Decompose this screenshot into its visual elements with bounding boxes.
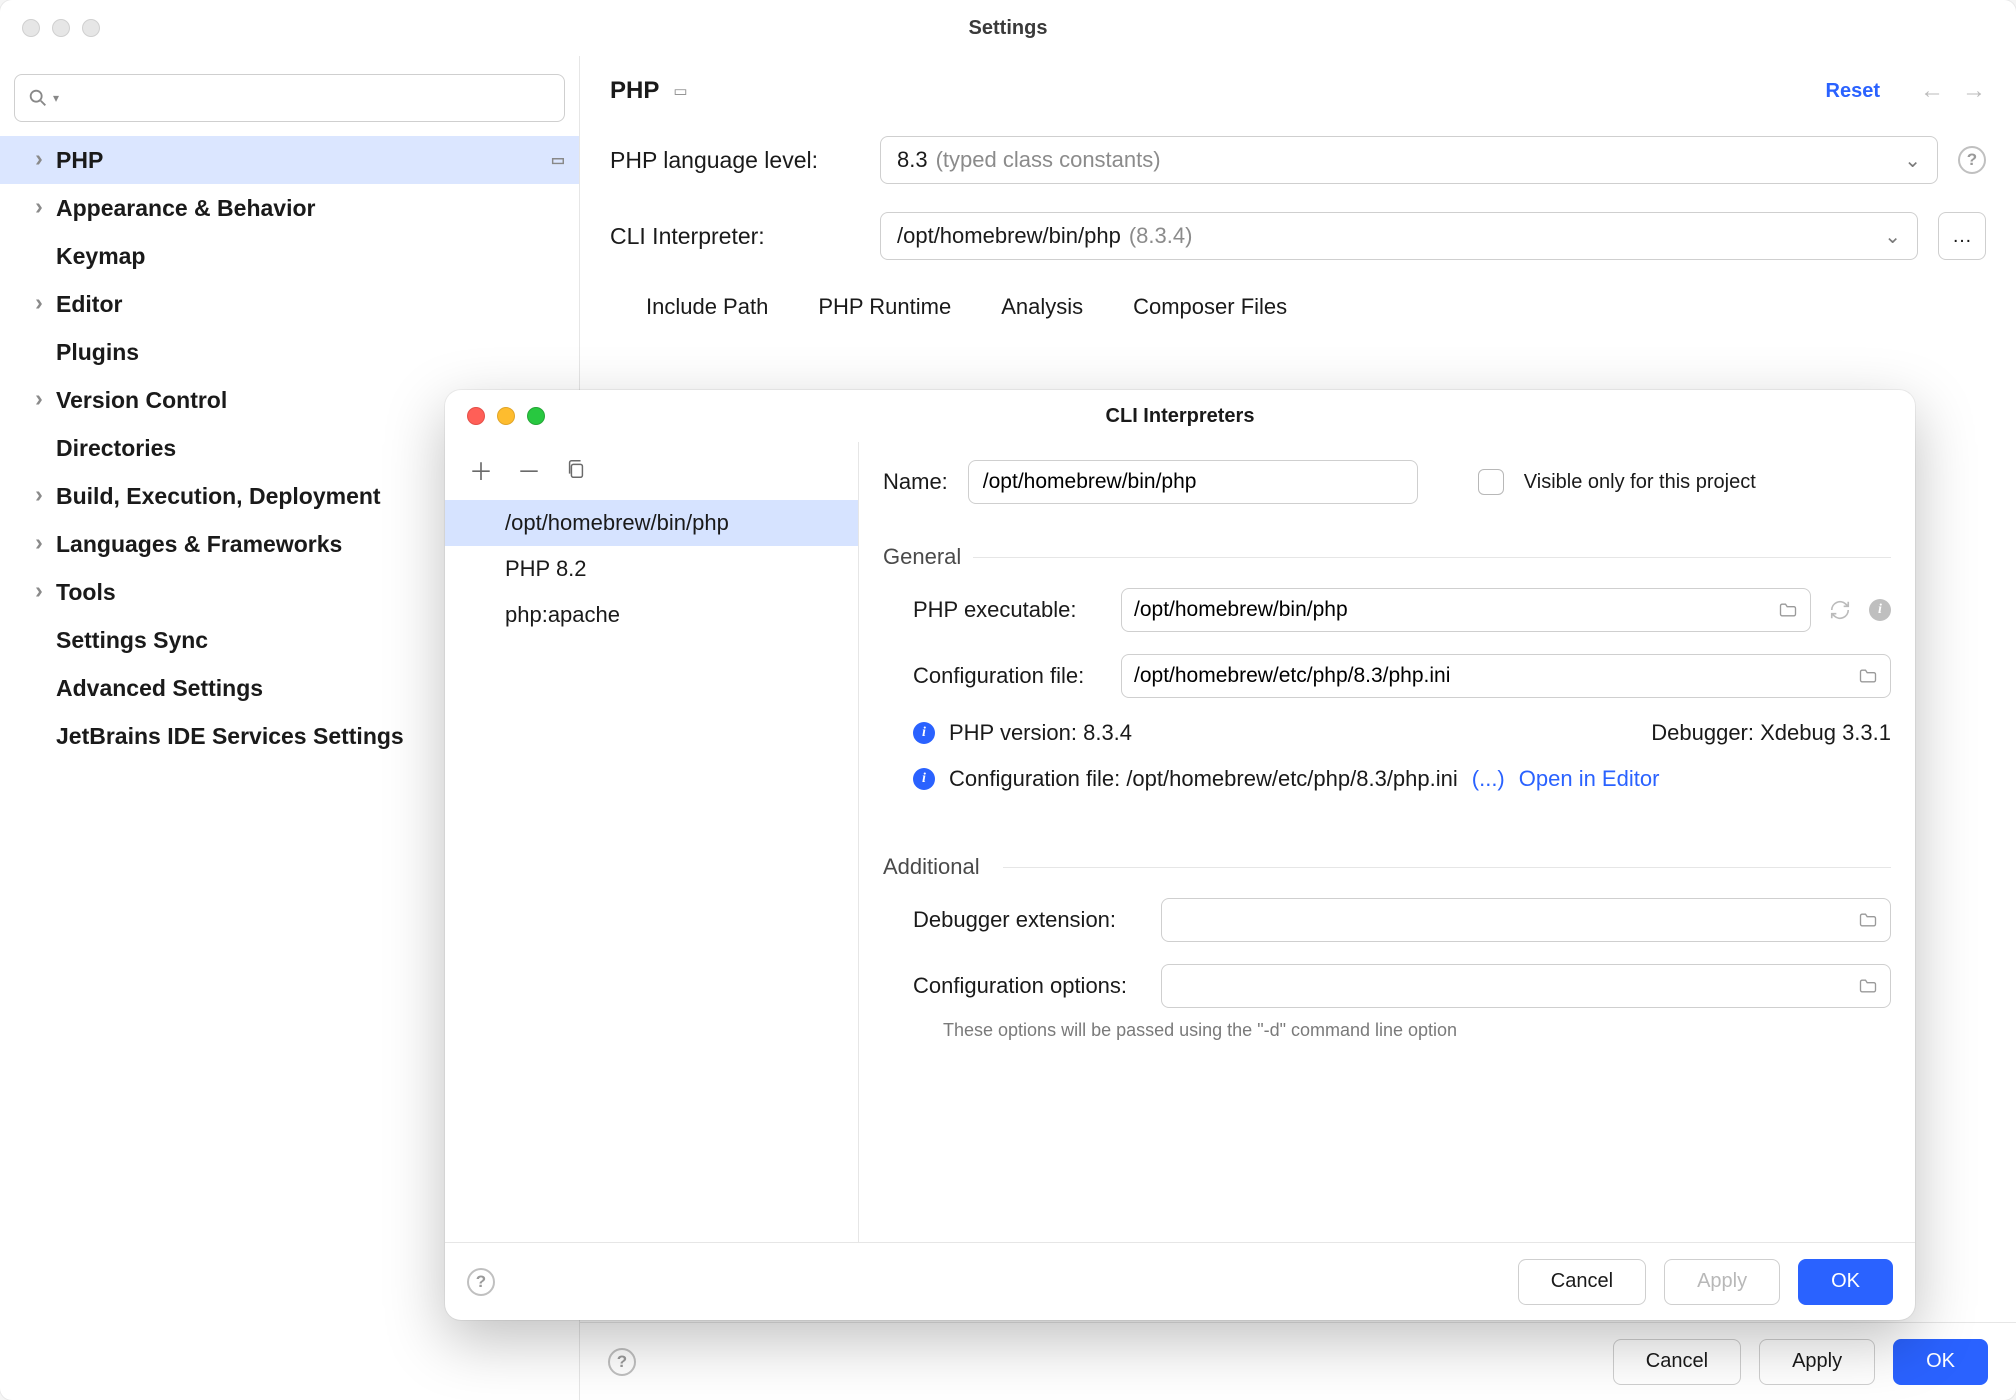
settings-window: Settings ▾ ›PHP▭›Appearance & Behavior›K… bbox=[0, 0, 2016, 1400]
cancel-button[interactable]: Cancel bbox=[1518, 1259, 1646, 1305]
debugger-text: Debugger: Xdebug 3.3.1 bbox=[1651, 720, 1891, 746]
cli-select[interactable]: /opt/homebrew/bin/php (8.3.4) ⌄ bbox=[880, 212, 1918, 260]
search-icon bbox=[27, 87, 49, 109]
sidebar-item-php[interactable]: › PHP ▭ bbox=[0, 136, 579, 184]
collapse-icon: ▭ bbox=[551, 151, 565, 169]
dbg-ext-label: Debugger extension: bbox=[883, 907, 1143, 933]
tab-php-runtime[interactable]: PHP Runtime bbox=[818, 294, 951, 320]
conf-label: Configuration file: bbox=[883, 663, 1103, 689]
sidebar-item-label: Appearance & Behavior bbox=[56, 195, 579, 222]
sidebar-item-label: Plugins bbox=[56, 339, 579, 366]
cancel-button[interactable]: Cancel bbox=[1613, 1339, 1741, 1385]
interpreter-item[interactable]: php:apache bbox=[445, 592, 858, 638]
sidebar-item-appearance-behavior[interactable]: › Appearance & Behavior bbox=[0, 184, 579, 232]
name-label: Name: bbox=[883, 469, 948, 495]
chevron-right-icon: › bbox=[30, 145, 48, 172]
chevron-right-icon: › bbox=[30, 385, 48, 412]
add-icon[interactable]: ＋ bbox=[469, 452, 493, 487]
settings-footer: ? Cancel Apply OK bbox=[580, 1322, 2016, 1400]
open-in-editor-link[interactable]: Open in Editor bbox=[1519, 766, 1660, 792]
chevron-right-icon: › bbox=[30, 529, 48, 556]
info-icon[interactable]: i bbox=[1869, 599, 1891, 621]
general-section: General bbox=[883, 544, 1891, 570]
info-icon: i bbox=[913, 768, 935, 790]
chevron-down-icon: ⌄ bbox=[1904, 148, 1921, 173]
window-title: Settings bbox=[0, 17, 2016, 40]
titlebar: Settings bbox=[0, 0, 2016, 56]
chevron-right-icon: › bbox=[30, 481, 48, 508]
chevron-right-icon: › bbox=[30, 289, 48, 316]
conf-opts-label: Configuration options: bbox=[883, 973, 1143, 999]
search-caret-icon: ▾ bbox=[53, 91, 59, 105]
separator-icon: ▭ bbox=[673, 82, 687, 100]
sidebar-item-plugins[interactable]: ›Plugins bbox=[0, 328, 579, 376]
help-icon[interactable]: ? bbox=[1958, 146, 1986, 174]
remove-icon[interactable]: － bbox=[517, 452, 541, 487]
dbg-ext-input[interactable] bbox=[1161, 898, 1891, 942]
form-area: PHP language level: 8.3 (typed class con… bbox=[580, 126, 2016, 320]
exe-input[interactable] bbox=[1121, 588, 1811, 632]
visible-project-label: Visible only for this project bbox=[1524, 471, 1756, 494]
folder-icon[interactable] bbox=[1858, 910, 1878, 930]
apply-button[interactable]: Apply bbox=[1664, 1259, 1780, 1305]
sidebar-item-editor[interactable]: › Editor bbox=[0, 280, 579, 328]
folder-icon[interactable] bbox=[1858, 666, 1878, 686]
cli-label: CLI Interpreter: bbox=[610, 223, 860, 250]
conf-input[interactable] bbox=[1121, 654, 1891, 698]
ok-button[interactable]: OK bbox=[1798, 1259, 1893, 1305]
lang-level-select[interactable]: 8.3 (typed class constants) ⌄ bbox=[880, 136, 1938, 184]
additional-section: Additional bbox=[883, 854, 1891, 880]
help-icon[interactable]: ? bbox=[608, 1348, 636, 1376]
tab-analysis[interactable]: Analysis bbox=[1001, 294, 1083, 320]
dialog-footer: ? Cancel Apply OK bbox=[445, 1242, 1915, 1320]
lang-level-label: PHP language level: bbox=[610, 147, 860, 174]
tab-include-path[interactable]: Include Path bbox=[646, 294, 768, 320]
search-input[interactable]: ▾ bbox=[14, 74, 565, 122]
php-version-text: PHP version: 8.3.4 bbox=[949, 720, 1132, 746]
interpreter-list-panel: ＋ － /opt/homebrew/bin/phpPHP 8.2php:apac… bbox=[445, 442, 859, 1242]
sidebar-item-label: Keymap bbox=[56, 243, 579, 270]
copy-icon[interactable] bbox=[565, 458, 587, 480]
reset-link[interactable]: Reset bbox=[1826, 80, 1880, 103]
conf-opts-input[interactable] bbox=[1161, 964, 1891, 1008]
conf-opts-hint: These options will be passed using the "… bbox=[883, 1020, 1891, 1041]
dialog-titlebar: CLI Interpreters bbox=[445, 390, 1915, 442]
folder-icon[interactable] bbox=[1778, 600, 1798, 620]
visible-project-checkbox[interactable] bbox=[1478, 469, 1504, 495]
reload-icon[interactable] bbox=[1829, 599, 1851, 621]
ok-button[interactable]: OK bbox=[1893, 1339, 1988, 1385]
name-input[interactable] bbox=[968, 460, 1418, 504]
edit-icon[interactable] bbox=[1858, 976, 1878, 996]
exe-label: PHP executable: bbox=[883, 597, 1103, 623]
interpreter-detail-panel: Name: Visible only for this project Gene… bbox=[859, 442, 1915, 1242]
ellipsis-link[interactable]: (...) bbox=[1472, 766, 1505, 792]
interpreter-item[interactable]: PHP 8.2 bbox=[445, 546, 858, 592]
chevron-right-icon: › bbox=[30, 193, 48, 220]
sidebar-item-label: PHP bbox=[56, 147, 543, 174]
apply-button[interactable]: Apply bbox=[1759, 1339, 1875, 1385]
cli-interpreters-dialog: CLI Interpreters ＋ － /opt/homebrew/bin/p… bbox=[445, 390, 1915, 1320]
tabs: Include Path PHP Runtime Analysis Composer … bbox=[610, 288, 1986, 320]
interpreter-item[interactable]: /opt/homebrew/bin/php bbox=[445, 500, 858, 546]
info-icon: i bbox=[913, 722, 935, 744]
help-icon[interactable]: ? bbox=[467, 1268, 495, 1296]
back-arrow-icon[interactable]: ← bbox=[1920, 77, 1944, 105]
sidebar-item-keymap[interactable]: ›Keymap bbox=[0, 232, 579, 280]
interpreter-list: /opt/homebrew/bin/phpPHP 8.2php:apache bbox=[445, 496, 858, 638]
conf-file-text: Configuration file: /opt/homebrew/etc/ph… bbox=[949, 766, 1458, 792]
forward-arrow-icon[interactable]: → bbox=[1962, 77, 1986, 105]
page-title: PHP bbox=[610, 77, 659, 105]
ellipsis-icon: … bbox=[1952, 225, 1972, 248]
main-header: PHP ▭ Reset ← → bbox=[580, 56, 2016, 126]
nav-arrows: ← → bbox=[1920, 77, 1986, 105]
tab-composer-files[interactable]: Composer Files bbox=[1133, 294, 1287, 320]
sidebar-item-label: Editor bbox=[56, 291, 579, 318]
list-toolbar: ＋ － bbox=[445, 442, 858, 496]
chevron-down-icon: ⌄ bbox=[1884, 224, 1901, 249]
dialog-title: CLI Interpreters bbox=[445, 405, 1915, 428]
cli-browse-button[interactable]: … bbox=[1938, 212, 1986, 260]
chevron-right-icon: › bbox=[30, 577, 48, 604]
